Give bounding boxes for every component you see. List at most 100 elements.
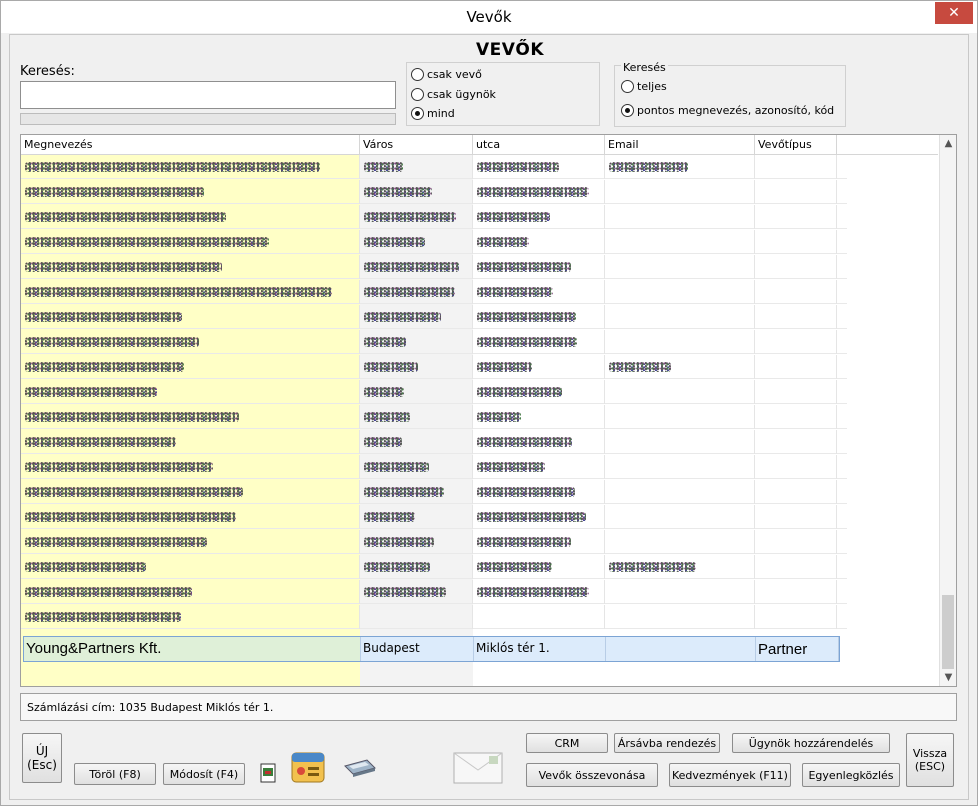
crm-button[interactable]: CRM (526, 733, 608, 753)
column-header-type[interactable]: Vevőtípus (755, 135, 837, 155)
scanner-icon[interactable] (340, 755, 378, 779)
modify-button[interactable]: Módosít (F4) (163, 763, 245, 785)
table-row[interactable] (21, 280, 847, 304)
table-cell (360, 505, 473, 529)
discounts-button[interactable]: Kedvezmények (F11) (669, 763, 791, 787)
envelope-icon[interactable] (452, 749, 504, 785)
table-row[interactable] (21, 580, 847, 604)
filter-all-label: mind (427, 107, 455, 120)
table-cell (755, 405, 837, 429)
redacted-text (477, 237, 529, 247)
table-cell (473, 280, 605, 304)
scrollbar-thumb[interactable] (942, 595, 954, 669)
table-row[interactable] (21, 305, 847, 329)
redacted-text (364, 537, 434, 547)
table-row[interactable] (21, 530, 847, 554)
table-cell (360, 255, 473, 279)
table-cell (473, 230, 605, 254)
table-cell (473, 180, 605, 204)
grid-vertical-scrollbar[interactable]: ▲ ▼ (939, 135, 956, 686)
filter-only-agent[interactable]: csak ügynök (411, 88, 496, 101)
calendar-icon[interactable] (287, 745, 329, 787)
title-bar: Vevők ✕ (1, 1, 977, 33)
table-row[interactable] (21, 555, 847, 579)
table-row[interactable] (21, 455, 847, 479)
table-cell (755, 205, 837, 229)
table-row[interactable] (21, 230, 847, 254)
table-cell (360, 305, 473, 329)
table-cell (21, 580, 360, 604)
search-progress-bar (20, 113, 396, 125)
table-cell (21, 280, 360, 304)
table-cell (755, 530, 837, 554)
radio-all[interactable] (411, 107, 424, 120)
table-row-selected[interactable]: Young&Partners Kft. Budapest Miklós tér … (23, 636, 840, 662)
table-cell (360, 405, 473, 429)
table-row[interactable] (21, 380, 847, 404)
redacted-text (477, 287, 553, 297)
table-row[interactable] (21, 405, 847, 429)
balance-button[interactable]: Egyenlegközlés (802, 763, 900, 787)
table-row[interactable] (21, 155, 847, 179)
selected-name-cell: Young&Partners Kft. (24, 637, 361, 661)
table-cell (755, 430, 837, 454)
document-icon[interactable] (258, 762, 278, 784)
search-mode-group: Keresés teljes pontos megnevezés, azonos… (614, 61, 846, 127)
table-row[interactable] (21, 505, 847, 529)
radio-full[interactable] (621, 80, 634, 93)
table-row[interactable] (21, 355, 847, 379)
redacted-text (477, 562, 552, 572)
table-cell (21, 455, 360, 479)
agent-assign-button[interactable]: Ügynök hozzárendelés (732, 733, 890, 753)
close-button[interactable]: ✕ (935, 2, 973, 24)
redacted-text (364, 237, 425, 247)
filter-all[interactable]: mind (411, 107, 455, 120)
redacted-text (477, 412, 521, 422)
table-row[interactable] (21, 480, 847, 504)
table-row[interactable] (21, 605, 847, 629)
redacted-text (25, 287, 332, 297)
merge-customers-button[interactable]: Vevők összevonása (526, 763, 658, 787)
search-mode-exact[interactable]: pontos megnevezés, azonosító, kód (621, 104, 834, 117)
selected-street-cell: Miklós tér 1. (474, 637, 606, 661)
search-mode-full[interactable]: teljes (621, 80, 667, 93)
table-cell (605, 430, 755, 454)
table-cell (360, 380, 473, 404)
table-row[interactable] (21, 330, 847, 354)
redacted-text (25, 187, 204, 197)
price-sort-button[interactable]: Ársávba rendezés (614, 733, 720, 753)
search-mode-full-label: teljes (637, 80, 667, 93)
table-row[interactable] (21, 180, 847, 204)
table-cell (755, 555, 837, 579)
redacted-text (364, 212, 456, 222)
column-header-city[interactable]: Város (360, 135, 473, 155)
scroll-up-icon[interactable]: ▲ (940, 135, 956, 152)
table-cell (473, 405, 605, 429)
redacted-text (609, 362, 671, 372)
table-cell (360, 555, 473, 579)
radio-only-agent[interactable] (411, 88, 424, 101)
customer-grid[interactable]: Megnevezés Város utca Email Vevőtípus Yo… (20, 134, 957, 687)
redacted-text (477, 512, 586, 522)
table-cell (473, 430, 605, 454)
search-input[interactable] (20, 81, 396, 109)
column-header-street[interactable]: utca (473, 135, 605, 155)
search-mode-title: Keresés (621, 61, 668, 74)
radio-only-customer[interactable] (411, 68, 424, 81)
filter-only-customer[interactable]: csak vevő (411, 68, 482, 81)
new-button[interactable]: ÚJ (Esc) (22, 733, 62, 783)
column-header-email[interactable]: Email (605, 135, 755, 155)
table-cell (21, 155, 360, 179)
radio-exact[interactable] (621, 104, 634, 117)
delete-button[interactable]: Töröl (F8) (74, 763, 156, 785)
back-button[interactable]: Vissza (ESC) (906, 733, 954, 787)
table-row[interactable] (21, 205, 847, 229)
table-row[interactable] (21, 255, 847, 279)
scroll-down-icon[interactable]: ▼ (940, 669, 956, 686)
table-row[interactable] (21, 430, 847, 454)
table-cell (755, 480, 837, 504)
table-cell (605, 455, 755, 479)
redacted-text (477, 162, 559, 172)
column-header-name[interactable]: Megnevezés (21, 135, 360, 155)
table-cell (473, 455, 605, 479)
